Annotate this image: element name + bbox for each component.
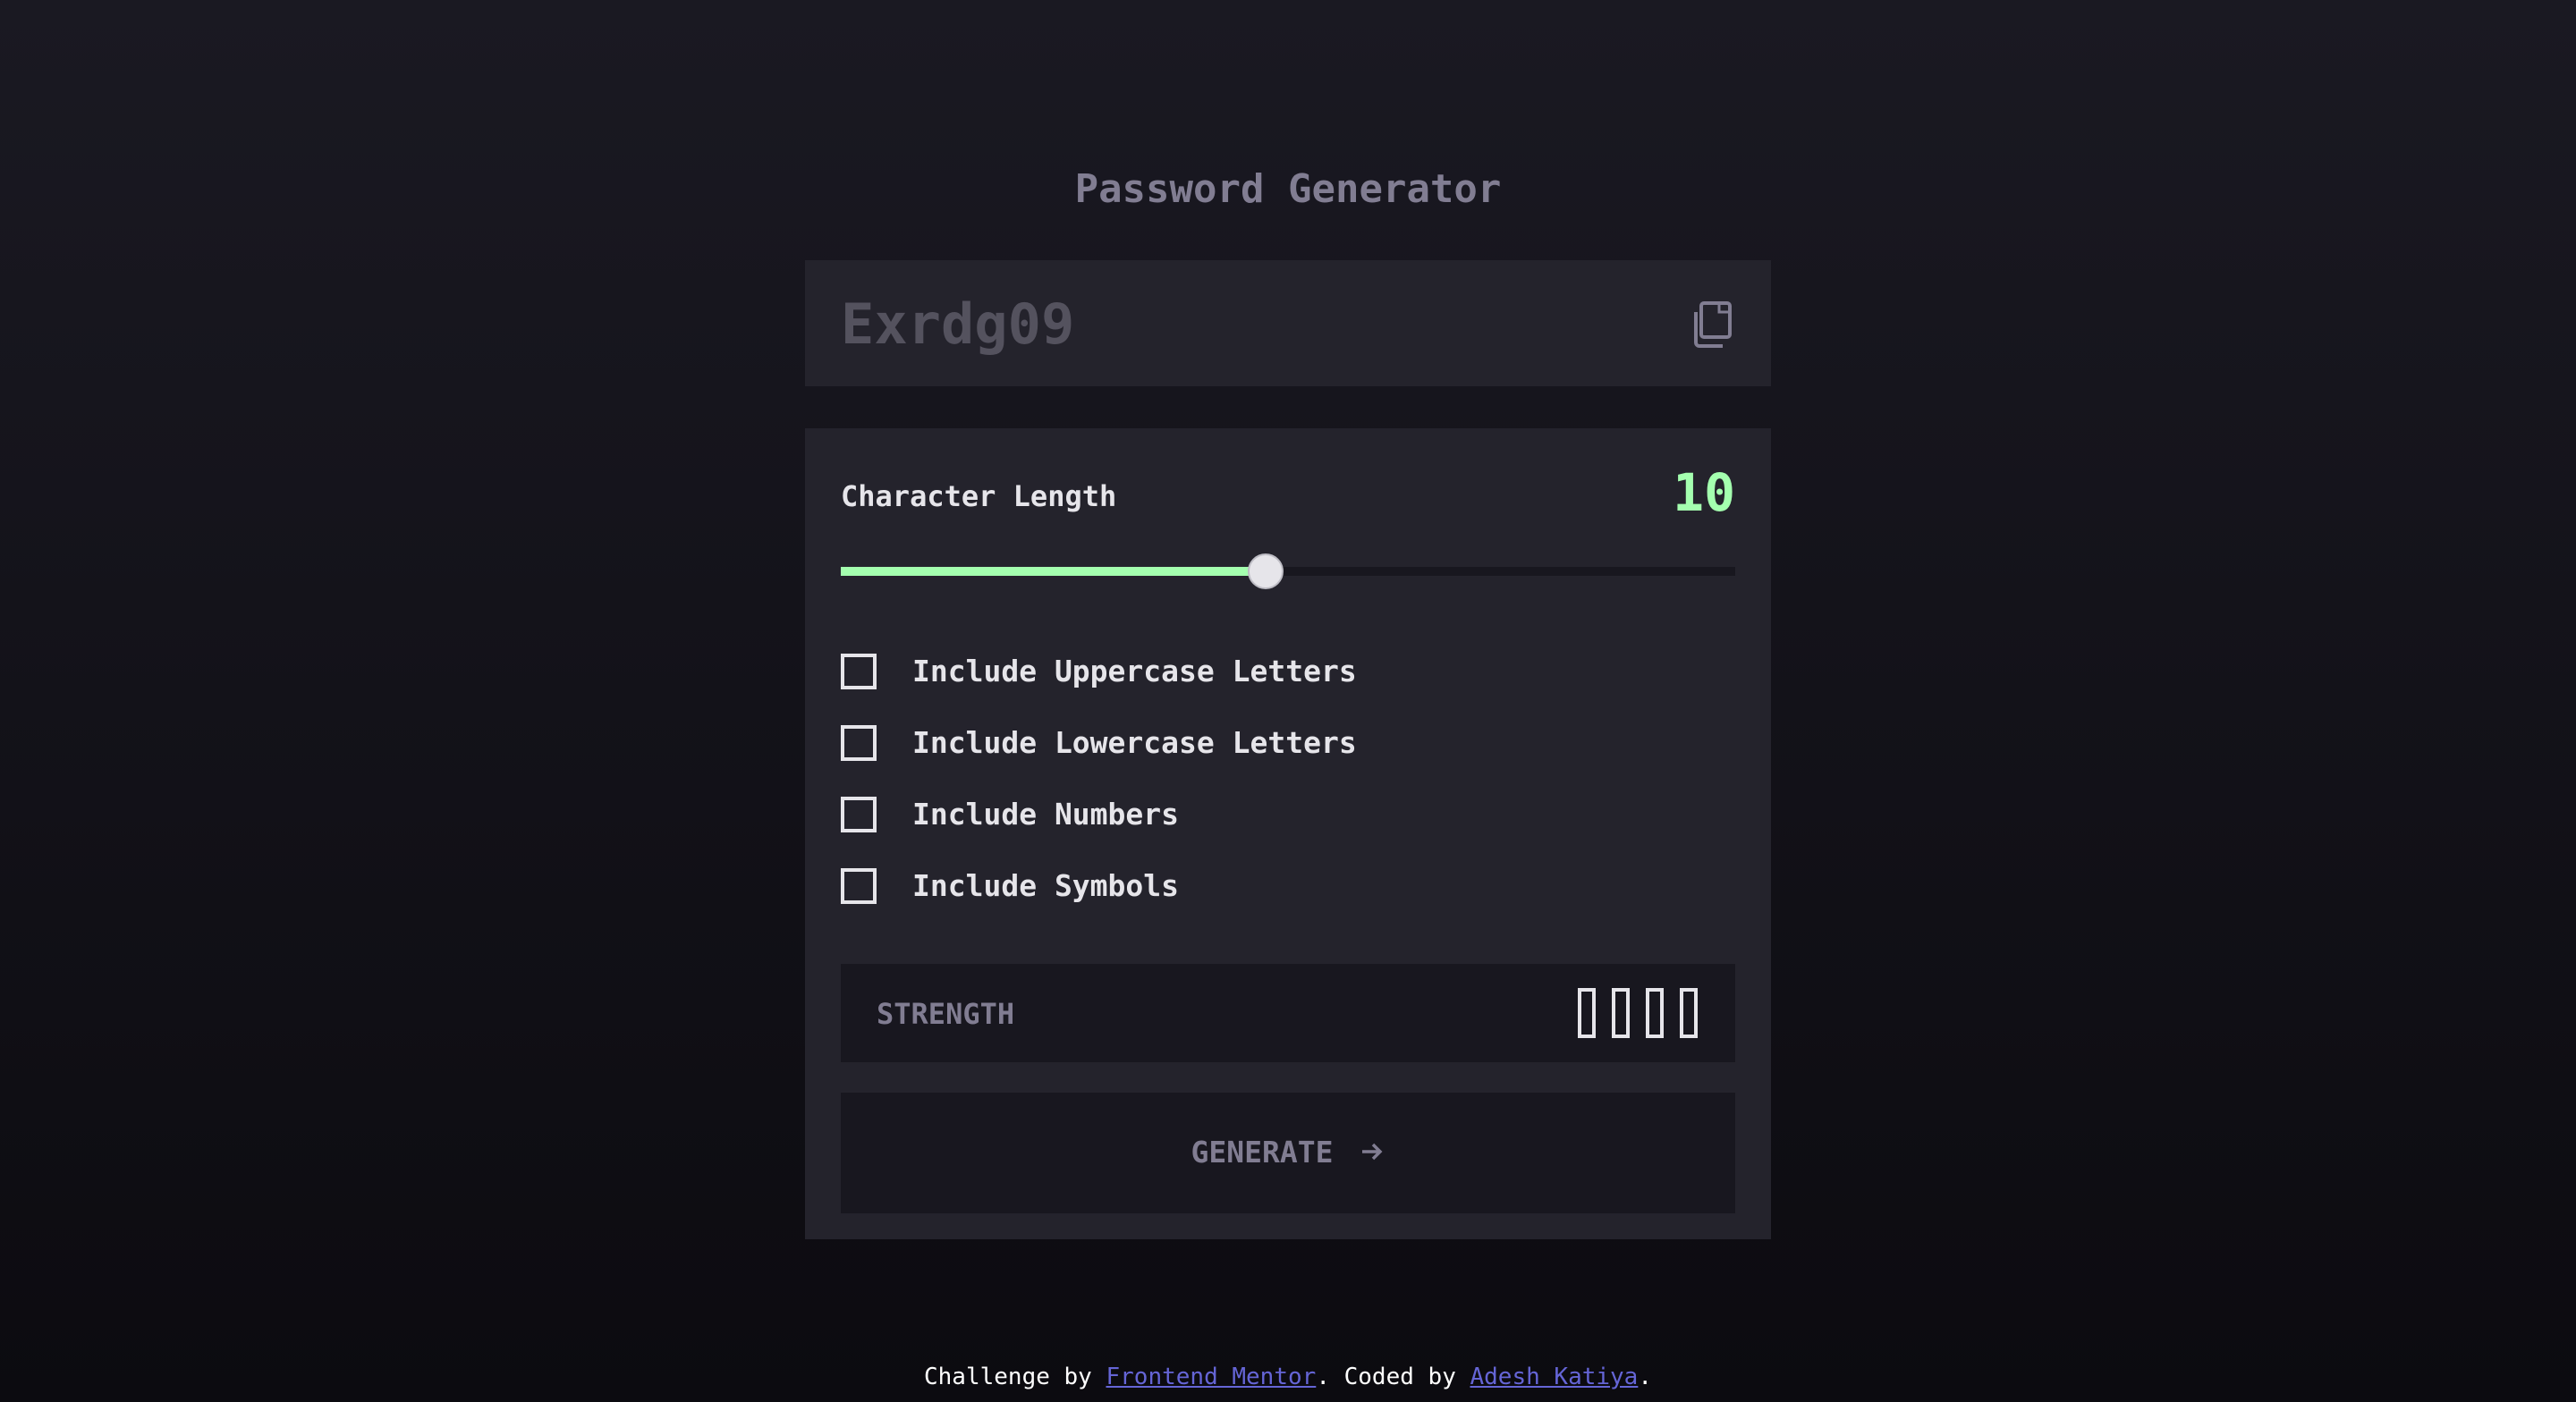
numbers-checkbox[interactable] <box>841 797 877 832</box>
symbols-checkbox[interactable] <box>841 868 877 904</box>
arrow-right-icon <box>1362 1143 1383 1161</box>
slider-fill <box>841 567 1266 576</box>
generate-label: GENERATE <box>1191 1135 1334 1170</box>
strength-label: STRENGTH <box>877 997 1015 1031</box>
strength-bar <box>1646 988 1664 1038</box>
character-length-label: Character Length <box>841 479 1117 513</box>
copy-icon <box>1694 301 1732 348</box>
footer-prefix: Challenge by <box>924 1364 1106 1390</box>
author-link[interactable]: Adesh Katiya <box>1470 1364 1639 1390</box>
option-label: Include Symbols <box>912 868 1180 903</box>
attribution-footer: Challenge by Frontend Mentor. Coded by A… <box>0 1357 2576 1397</box>
uppercase-checkbox[interactable] <box>841 654 877 689</box>
options-list: Include Uppercase Letters Include Lowerc… <box>841 634 1735 920</box>
strength-panel: STRENGTH <box>841 964 1735 1062</box>
frontend-mentor-link[interactable]: Frontend Mentor <box>1106 1364 1317 1390</box>
password-text[interactable]: Exrdg09 <box>841 291 1074 359</box>
copy-button[interactable] <box>1689 300 1735 350</box>
footer-suffix: . <box>1638 1364 1652 1390</box>
option-numbers[interactable]: Include Numbers <box>841 777 1735 849</box>
settings-card: Character Length 10 Include Uppercase Le… <box>805 428 1771 1239</box>
option-lowercase[interactable]: Include Lowercase Letters <box>841 705 1735 777</box>
character-length-slider[interactable] <box>841 553 1735 589</box>
password-display: Exrdg09 <box>805 260 1771 386</box>
option-label: Include Lowercase Letters <box>912 725 1357 760</box>
footer-middle: . Coded by <box>1316 1364 1470 1390</box>
strength-bar <box>1578 988 1596 1038</box>
character-length-value: 10 <box>1673 462 1735 523</box>
strength-bar <box>1612 988 1630 1038</box>
strength-bar <box>1680 988 1698 1038</box>
page-title: Password Generator <box>1074 166 1502 212</box>
option-symbols[interactable]: Include Symbols <box>841 849 1735 920</box>
slider-thumb[interactable] <box>1248 553 1284 589</box>
option-uppercase[interactable]: Include Uppercase Letters <box>841 634 1735 705</box>
strength-bars <box>1578 988 1703 1038</box>
option-label: Include Uppercase Letters <box>912 654 1357 688</box>
option-label: Include Numbers <box>912 797 1180 832</box>
lowercase-checkbox[interactable] <box>841 725 877 761</box>
generate-button[interactable]: GENERATE <box>841 1093 1735 1213</box>
